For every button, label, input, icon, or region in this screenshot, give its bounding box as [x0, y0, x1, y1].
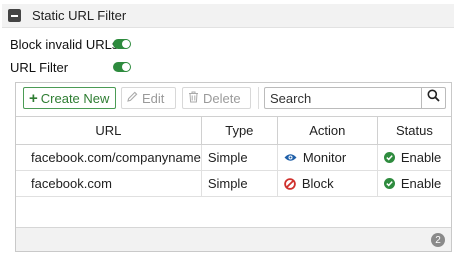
url-cell: facebook.com	[16, 170, 202, 197]
url-cell: facebook.com/companyname	[16, 144, 202, 171]
url-filter-panel: + Create New Edit Delete Search URL Type…	[15, 82, 452, 252]
column-header-url[interactable]: URL	[16, 116, 202, 145]
status-label: Enable	[400, 150, 442, 165]
action-cell: Block	[277, 170, 378, 197]
url-table: URL Type Action Status facebook.com/comp…	[16, 116, 451, 197]
setting-row-url-filter: URL Filter	[10, 58, 140, 76]
setting-label: URL Filter	[10, 59, 69, 75]
table-row[interactable]: facebook.com/companyname Simple Monitor	[16, 144, 451, 171]
table-footer: 2	[16, 227, 451, 251]
column-header-action[interactable]: Action	[277, 116, 378, 145]
action-label: Monitor	[302, 150, 347, 165]
column-header-status[interactable]: Status	[377, 116, 451, 145]
block-invalid-urls-toggle[interactable]	[113, 39, 131, 49]
delete-button[interactable]: Delete	[182, 87, 251, 109]
create-new-label: Create New	[40, 90, 110, 106]
pencil-icon	[127, 91, 138, 105]
table-header-row: URL Type Action Status	[16, 116, 451, 145]
url-filter-toggle[interactable]	[113, 62, 131, 72]
setting-label: Block invalid URLs	[10, 36, 119, 52]
delete-label: Delete	[203, 90, 241, 106]
search-button[interactable]	[421, 88, 445, 108]
row-count-badge: 2	[431, 233, 445, 247]
action-cell: Monitor	[277, 144, 378, 171]
status-cell: Enable	[377, 170, 451, 197]
block-icon	[284, 177, 296, 190]
search-box	[264, 87, 446, 109]
toolbar-divider	[258, 87, 259, 109]
status-label: Enable	[400, 176, 442, 191]
eye-icon	[284, 153, 297, 162]
status-cell: Enable	[377, 144, 451, 171]
type-cell: Simple	[201, 144, 278, 171]
action-label: Block	[301, 176, 334, 191]
setting-row-block-invalid-urls: Block invalid URLs	[10, 35, 140, 53]
column-header-type[interactable]: Type	[201, 116, 278, 145]
check-circle-icon	[383, 152, 395, 163]
type-cell: Simple	[201, 170, 278, 197]
edit-button[interactable]: Edit	[121, 87, 176, 109]
search-input[interactable]	[265, 88, 421, 108]
plus-icon: +	[29, 89, 38, 107]
table-row[interactable]: facebook.com Simple Block Enable	[16, 170, 451, 197]
search-icon	[427, 89, 440, 107]
edit-label: Edit	[142, 90, 165, 106]
section-title: Static URL Filter	[32, 8, 127, 23]
toolbar: + Create New Edit Delete	[16, 83, 451, 115]
collapse-icon[interactable]	[8, 9, 21, 22]
check-circle-icon	[383, 178, 395, 189]
section-header[interactable]: Static URL Filter	[2, 4, 454, 28]
create-new-button[interactable]: + Create New	[23, 87, 116, 109]
trash-icon	[188, 91, 199, 106]
